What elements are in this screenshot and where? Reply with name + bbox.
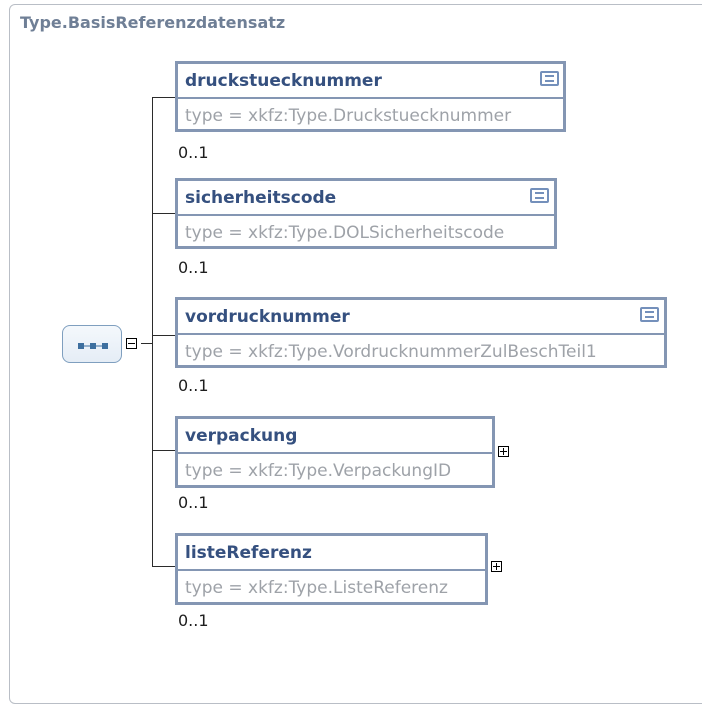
connector-branch-sicherheitscode xyxy=(152,213,175,214)
element-name: vordrucknummer xyxy=(185,307,350,327)
element-box-listeReferenz[interactable]: listeReferenz type = xkfz:Type.ListeRefe… xyxy=(175,533,488,605)
element-name: verpackung xyxy=(185,426,298,446)
element-type: type = xkfz:Type.Druckstuecknummer xyxy=(185,106,512,126)
element-separator xyxy=(178,333,664,335)
connector-branch-druckstuecknummer xyxy=(152,97,175,98)
element-box-verpackung[interactable]: verpackung type = xkfz:Type.VerpackungID xyxy=(175,416,495,488)
element-separator xyxy=(178,97,563,99)
documentation-icon xyxy=(540,71,559,86)
occurrence-label: 0..1 xyxy=(178,376,209,395)
sequence-compositor[interactable] xyxy=(62,325,122,363)
element-separator xyxy=(178,214,554,216)
element-type: type = xkfz:Type.VerpackungID xyxy=(185,461,452,481)
connector-bus xyxy=(152,97,153,566)
element-name: listeReferenz xyxy=(185,543,312,563)
connector-branch-vordrucknummer xyxy=(152,335,175,336)
connector-branch-listeReferenz xyxy=(152,566,175,567)
sequence-compositor-icon xyxy=(78,343,108,349)
expand-verpackung-toggle[interactable] xyxy=(498,446,509,457)
occurrence-label: 0..1 xyxy=(178,143,209,162)
element-name: druckstuecknummer xyxy=(185,71,382,91)
element-type: type = xkfz:Type.DOLSicherheitscode xyxy=(185,223,505,243)
element-box-sicherheitscode[interactable]: sicherheitscode type = xkfz:Type.DOLSich… xyxy=(175,178,557,249)
element-type: type = xkfz:Type.ListeReferenz xyxy=(185,578,448,598)
expand-listeReferenz-toggle[interactable] xyxy=(491,561,502,572)
element-separator xyxy=(178,452,492,454)
element-box-vordrucknummer[interactable]: vordrucknummer type = xkfz:Type.Vordruck… xyxy=(175,297,667,368)
connector-branch-verpackung xyxy=(152,450,175,451)
documentation-icon xyxy=(640,307,659,322)
occurrence-label: 0..1 xyxy=(178,611,209,630)
element-name: sicherheitscode xyxy=(185,188,337,208)
element-separator xyxy=(178,569,485,571)
occurrence-label: 0..1 xyxy=(178,493,209,512)
element-type: type = xkfz:Type.VordrucknummerZulBeschT… xyxy=(185,342,597,362)
documentation-icon xyxy=(530,188,549,203)
diagram-title: Type.BasisReferenzdatensatz xyxy=(20,13,286,32)
occurrence-label: 0..1 xyxy=(178,258,209,277)
collapse-sequence-toggle[interactable] xyxy=(126,338,137,349)
element-box-druckstuecknummer[interactable]: druckstuecknummer type = xkfz:Type.Druck… xyxy=(175,61,566,132)
